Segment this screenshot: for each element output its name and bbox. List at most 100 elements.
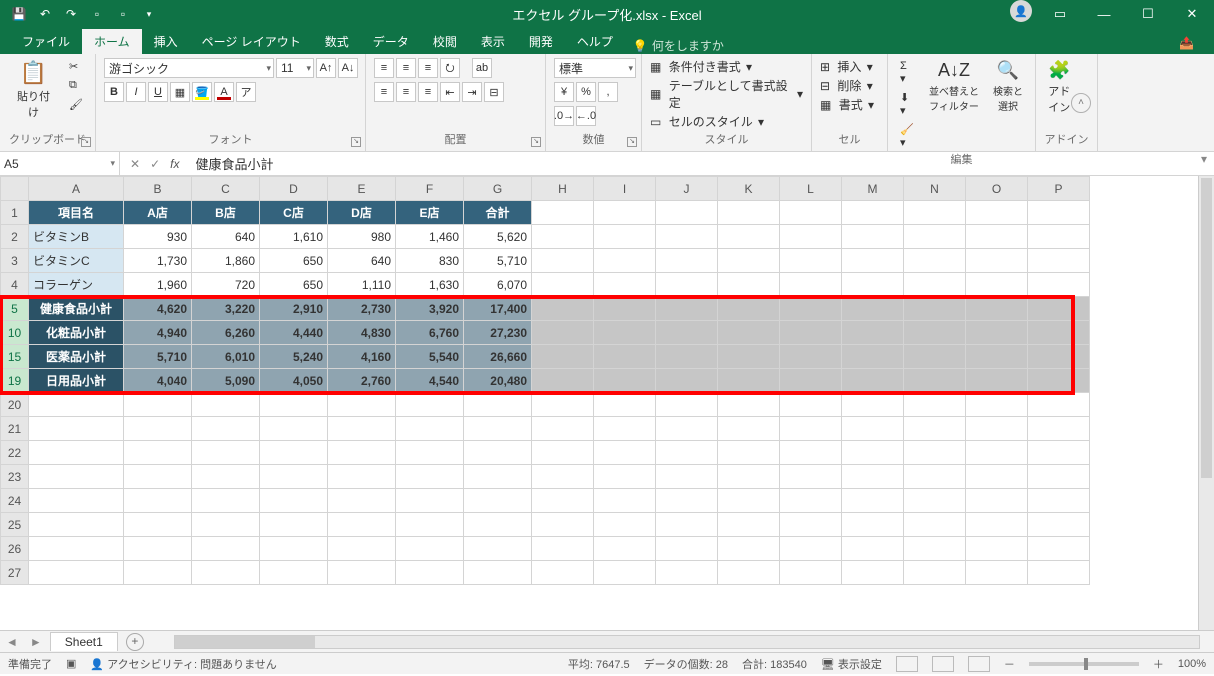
column-header[interactable]: D [260,177,328,201]
cell[interactable] [1028,537,1090,561]
subtotal-cell[interactable]: 17,400 [464,297,532,321]
column-header[interactable]: H [532,177,594,201]
row-header[interactable]: 24 [1,489,29,513]
collapse-ribbon-icon[interactable]: ˄ [1071,93,1091,113]
cell[interactable] [966,249,1028,273]
cell[interactable] [396,393,464,417]
cell[interactable] [396,561,464,585]
cell[interactable] [966,345,1028,369]
tab-data[interactable]: データ [361,29,421,54]
cell[interactable] [780,273,842,297]
find-select-button[interactable]: 🔍 検索と 選択 [989,58,1027,115]
cell[interactable] [842,201,904,225]
horizontal-scrollbar[interactable] [174,635,1200,649]
comma-format-icon[interactable]: , [598,82,618,102]
cell[interactable] [1028,393,1090,417]
scrollbar-thumb[interactable] [175,636,315,648]
cell[interactable] [656,201,718,225]
cell[interactable] [328,537,396,561]
cell[interactable] [594,489,656,513]
cell[interactable] [532,225,594,249]
subtotal-cell[interactable]: 化粧品小計 [29,321,124,345]
cell[interactable] [594,537,656,561]
cell[interactable] [464,489,532,513]
cell[interactable] [904,369,966,393]
cell[interactable] [532,465,594,489]
font-name-combo[interactable]: 游ゴシック [104,58,274,78]
cell[interactable] [842,297,904,321]
cell[interactable] [966,441,1028,465]
conditional-format-button[interactable]: ▦ 条件付き書式 ▾ [650,58,752,75]
cell[interactable] [124,465,192,489]
cell[interactable] [29,489,124,513]
cell[interactable] [1028,297,1090,321]
cell[interactable]: 1,610 [260,225,328,249]
cell[interactable] [842,393,904,417]
cell[interactable] [594,273,656,297]
cell[interactable] [192,441,260,465]
cell[interactable] [718,561,780,585]
cell[interactable] [192,537,260,561]
column-header[interactable]: K [718,177,780,201]
indent-increase-icon[interactable]: ⇥ [462,82,482,102]
align-bottom-icon[interactable]: ≡ [418,58,438,78]
autosum-icon[interactable]: Σ ▾ [896,58,919,87]
cell[interactable] [718,297,780,321]
expand-formula-icon[interactable]: ▾ [1194,152,1214,175]
cell[interactable] [464,537,532,561]
cell[interactable] [656,321,718,345]
cell[interactable] [328,561,396,585]
cell[interactable] [656,561,718,585]
cell[interactable] [718,537,780,561]
table-header-cell[interactable]: C店 [260,201,328,225]
font-size-combo[interactable]: 11 [276,58,314,78]
cell[interactable] [718,273,780,297]
cell[interactable] [532,393,594,417]
format-as-table-button[interactable]: ▦ テーブルとして書式設定 ▾ [650,77,803,111]
cell[interactable] [396,537,464,561]
subtotal-cell[interactable]: 4,940 [124,321,192,345]
cell[interactable] [780,561,842,585]
redo-icon[interactable]: ↷ [60,3,82,25]
cell[interactable] [594,369,656,393]
cell[interactable] [656,225,718,249]
cell[interactable] [124,441,192,465]
cell[interactable] [904,561,966,585]
cell[interactable] [192,393,260,417]
column-header[interactable]: P [1028,177,1090,201]
cell[interactable] [1028,561,1090,585]
zoom-level[interactable]: 100% [1178,658,1206,670]
cell[interactable] [718,225,780,249]
cell[interactable] [124,513,192,537]
row-header[interactable]: 22 [1,441,29,465]
cell[interactable] [718,321,780,345]
dialog-launcher-icon[interactable]: ↘ [351,137,361,147]
cell[interactable] [124,417,192,441]
cell[interactable] [904,393,966,417]
cell[interactable] [780,201,842,225]
cell[interactable] [260,393,328,417]
dialog-launcher-icon[interactable]: ↘ [531,137,541,147]
cell[interactable] [1028,369,1090,393]
column-header[interactable]: I [594,177,656,201]
table-header-cell[interactable]: A店 [124,201,192,225]
subtotal-cell[interactable]: 3,220 [192,297,260,321]
cell[interactable] [1028,345,1090,369]
cell[interactable]: ビタミンB [29,225,124,249]
tab-page-layout[interactable]: ページ レイアウト [190,29,313,54]
cell[interactable] [904,513,966,537]
increase-decimal-icon[interactable]: .0→ [554,106,574,126]
cell[interactable]: 5,620 [464,225,532,249]
cell[interactable]: 6,070 [464,273,532,297]
subtotal-cell[interactable]: 26,660 [464,345,532,369]
cell[interactable] [464,417,532,441]
phonetic-button[interactable]: ア [236,82,256,102]
cell[interactable] [656,369,718,393]
cell[interactable] [260,417,328,441]
cell[interactable]: 650 [260,273,328,297]
cell[interactable] [464,513,532,537]
cell[interactable] [966,369,1028,393]
underline-button[interactable]: U [148,82,168,102]
row-header[interactable]: 4 [1,273,29,297]
cell[interactable] [656,513,718,537]
